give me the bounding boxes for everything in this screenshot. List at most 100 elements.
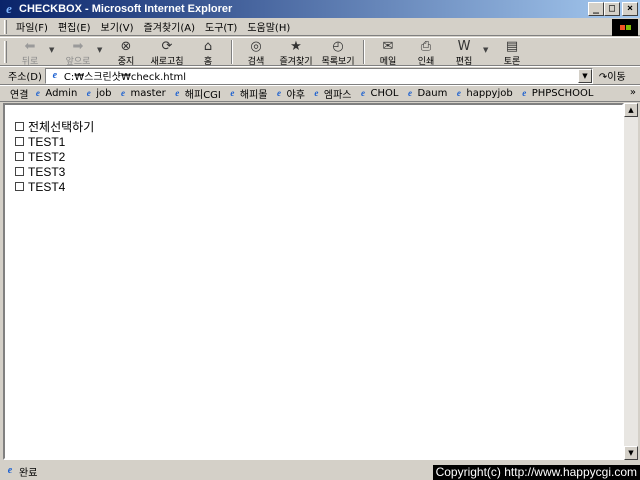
edit-button[interactable]: W 편집 [445, 38, 483, 67]
menu-edit[interactable]: 편집(E) [53, 19, 96, 34]
menu-grip [4, 19, 7, 34]
toolbar-grip [4, 41, 7, 63]
link-phpschool[interactable]: e PHPSCHOOL [519, 88, 594, 99]
refresh-button[interactable]: ⟳ 새로고침 [145, 38, 189, 67]
title-bar[interactable]: e CHECKBOX - Microsoft Internet Explorer… [0, 0, 640, 18]
maximize-button[interactable]: □ [604, 2, 620, 16]
menu-help[interactable]: 도움말(H) [242, 19, 295, 34]
checkbox-row: TEST1 [15, 134, 622, 149]
refresh-icon: ⟳ [161, 39, 173, 54]
favorites-button[interactable]: ★ 즐겨찾기 [275, 38, 317, 67]
close-button[interactable]: × [622, 2, 638, 16]
print-button[interactable]: ⎙ 인쇄 [407, 38, 445, 67]
checkbox-row: TEST2 [15, 149, 622, 164]
link-daum[interactable]: e Daum [404, 88, 447, 99]
checkbox-row: TEST4 [15, 179, 622, 194]
checkbox-label: 전체선택하기 [28, 120, 95, 134]
history-icon: ◴ [332, 39, 344, 54]
home-button[interactable]: ⌂ 홈 [189, 38, 227, 67]
link-label: master [130, 88, 166, 99]
test3-checkbox[interactable] [15, 167, 24, 176]
go-label: 이동 [607, 72, 626, 83]
address-input[interactable]: e C:₩스크린샷₩check.html ▼ [44, 67, 593, 84]
link-empas[interactable]: e 엠파스 [311, 86, 352, 101]
favorites-icon: ★ [290, 39, 302, 54]
link-admin[interactable]: e Admin [32, 88, 77, 99]
menu-favorites[interactable]: 즐겨찾기(A) [139, 19, 200, 34]
edit-dropdown-icon[interactable]: ▼ [483, 38, 493, 54]
ie-logo-icon[interactable]: e [2, 1, 16, 16]
standard-toolbar: ⬅ 뒤로 ▼ ➡ 앞으로 ▼ ⊗ 중지 ⟳ 새로고침 ⌂ 홈 ◎ 검색 ★ 즐겨… [0, 37, 640, 67]
menu-tools[interactable]: 도구(T) [200, 19, 242, 34]
scroll-down-icon[interactable]: ▼ [624, 446, 638, 460]
link-chol[interactable]: e CHOL [358, 88, 399, 99]
go-button[interactable]: ↷이동 [599, 68, 626, 83]
back-button[interactable]: ⬅ 뒤로 [11, 38, 49, 67]
test1-checkbox[interactable] [15, 137, 24, 146]
link-label: Daum [417, 88, 448, 99]
link-icon: e [314, 88, 319, 98]
link-icon: e [175, 88, 180, 98]
link-icon: e [230, 88, 235, 98]
toolbar-separator [363, 40, 365, 64]
link-job[interactable]: e job [83, 88, 112, 99]
link-icon: e [361, 88, 366, 98]
link-happyjob[interactable]: e happyjob [453, 88, 513, 99]
forward-dropdown-icon[interactable]: ▼ [97, 38, 107, 54]
scroll-up-icon[interactable]: ▲ [624, 103, 638, 117]
menu-bar: 파일(F) 편집(E) 보기(V) 즐겨찾기(A) 도구(T) 도움말(H) [0, 18, 640, 36]
discuss-button[interactable]: ▤ 토론 [493, 38, 531, 67]
link-label: 해피CGI [184, 90, 221, 101]
link-icon: e [456, 88, 461, 98]
forward-button[interactable]: ➡ 앞으로 [59, 38, 97, 67]
menu-file[interactable]: 파일(F) [11, 19, 53, 34]
search-button[interactable]: ◎ 검색 [237, 38, 275, 67]
links-bar: 연결 e Admin e job e master e 해피CGI e 해피몰 e 야후 e… [0, 85, 640, 102]
link-master[interactable]: e master [118, 88, 166, 99]
link-label: happyjob [466, 88, 513, 99]
checkbox-row: 전체선택하기 [15, 119, 622, 134]
links-more-icon[interactable]: » [630, 87, 636, 98]
link-icon: e [121, 88, 126, 98]
window-controls: _ □ × [588, 2, 638, 16]
window-title: CHECKBOX - Microsoft Internet Explorer [19, 3, 233, 15]
menu-view[interactable]: 보기(V) [96, 19, 139, 34]
link-label: Admin [45, 88, 78, 99]
history-button[interactable]: ◴ 목록보기 [317, 38, 359, 67]
home-icon: ⌂ [203, 39, 213, 54]
page-icon: e [52, 69, 58, 81]
address-label: 주소(D) [8, 72, 42, 83]
stop-button[interactable]: ⊗ 중지 [107, 38, 145, 67]
link-label: job [96, 88, 112, 99]
back-dropdown-icon[interactable]: ▼ [49, 38, 59, 54]
link-label: CHOL [370, 88, 399, 99]
toolbar-separator [231, 40, 233, 64]
link-icon: e [407, 88, 412, 98]
link-happymall[interactable]: e 해피몰 [227, 86, 268, 101]
link-label: 엠파스 [323, 90, 352, 101]
link-happycgi[interactable]: e 해피CGI [172, 86, 221, 101]
address-value[interactable]: C:₩스크린샷₩check.html [64, 68, 186, 83]
copyright-text: Copyright(c) http://www.happycgi.com [432, 465, 640, 480]
link-icon: e [522, 88, 527, 98]
checkbox-row: TEST3 [15, 164, 622, 179]
link-label: 해피몰 [239, 90, 268, 101]
checkbox-label: TEST3 [28, 164, 66, 179]
status-text: 완료 [19, 467, 38, 479]
mail-icon: ✉ [382, 39, 394, 54]
test4-checkbox[interactable] [15, 182, 24, 191]
select-all-checkbox[interactable] [15, 122, 24, 131]
checkbox-label: TEST4 [28, 179, 66, 194]
minimize-button[interactable]: _ [588, 2, 604, 16]
vertical-scrollbar[interactable]: ▲ ▼ [624, 103, 638, 460]
mail-button[interactable]: ✉ 메일 [369, 38, 407, 67]
test2-checkbox[interactable] [15, 152, 24, 161]
link-icon: e [35, 88, 40, 98]
print-icon: ⎙ [420, 39, 432, 54]
forward-arrow-icon: ➡ [72, 39, 84, 54]
link-label: PHPSCHOOL [531, 88, 594, 99]
windows-logo-icon [612, 19, 638, 36]
address-dropdown-icon[interactable]: ▼ [577, 68, 592, 83]
link-yahoo[interactable]: e 야후 [274, 86, 305, 101]
back-arrow-icon: ⬅ [24, 39, 36, 54]
